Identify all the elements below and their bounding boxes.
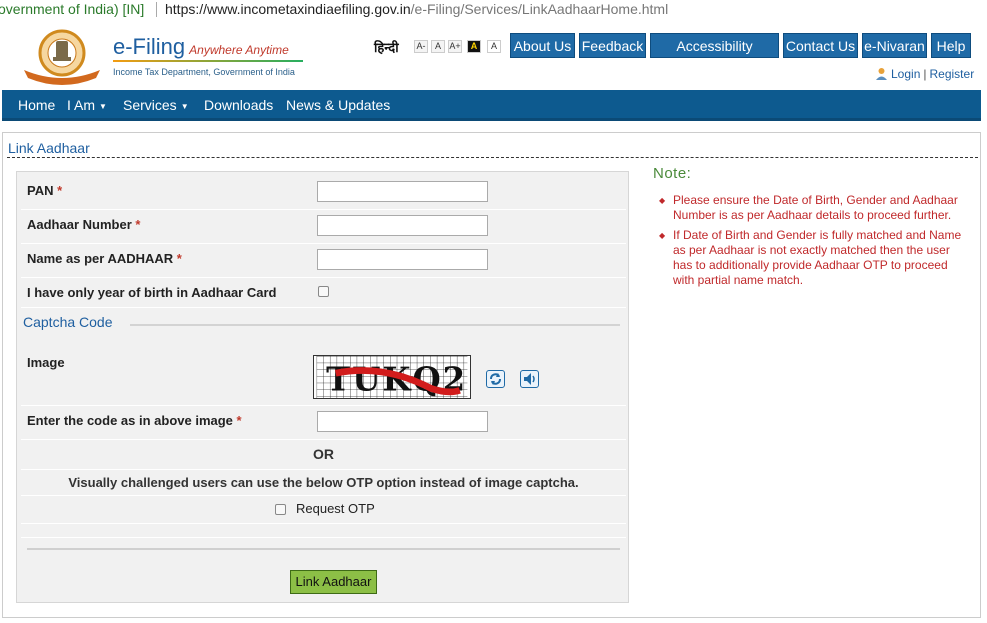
font-normal-button[interactable]: A (431, 40, 445, 53)
pan-label-text: PAN (27, 183, 54, 198)
note-list: Please ensure the Date of Birth, Gender … (659, 193, 969, 293)
list-item: If Date of Birth and Gender is fully mat… (659, 228, 969, 288)
speaker-icon (524, 373, 535, 385)
name-label-text: Name as per AADHAAR (27, 251, 174, 266)
logo-subtitle: Income Tax Department, Government of Ind… (113, 67, 295, 77)
browser-url-bar[interactable]: overnment of India) [IN] https://www.inc… (0, 0, 987, 20)
aadhaar-row: Aadhaar Number * (21, 210, 626, 244)
logo-divider (113, 60, 303, 62)
list-item: Please ensure the Date of Birth, Gender … (659, 193, 969, 223)
refresh-captcha-button[interactable] (486, 370, 505, 388)
nav-item-label: Downloads (204, 97, 274, 113)
contact-us-button[interactable]: Contact Us (783, 33, 858, 58)
link-aadhaar-button[interactable]: Link Aadhaar (290, 570, 377, 594)
font-increase-button[interactable]: A+ (448, 40, 462, 53)
main-content: Link Aadhaar PAN * Aadhaar Number * Name… (2, 132, 981, 618)
login-link[interactable]: Login (891, 67, 920, 81)
user-icon (876, 68, 887, 80)
code-label: Enter the code as in above image * (27, 413, 242, 428)
or-label: OR (313, 446, 334, 462)
nav-item-downloads[interactable]: Downloads (204, 97, 273, 113)
about-us-button[interactable]: About Us (510, 33, 575, 58)
help-button[interactable]: Help (931, 33, 971, 58)
request-otp-label: Request OTP (296, 501, 375, 516)
font-decrease-button[interactable]: A- (414, 40, 428, 53)
name-row: Name as per AADHAAR * (21, 244, 626, 278)
required-mark: * (236, 413, 242, 428)
form-divider (27, 548, 620, 550)
required-mark: * (176, 251, 182, 266)
nav-item-label: News & Updates (286, 97, 391, 113)
logo-tagline: Anywhere Anytime (189, 43, 289, 57)
pan-label: PAN * (27, 183, 62, 198)
aadhaar-label-text: Aadhaar Number (27, 217, 132, 232)
image-label: Image (27, 355, 65, 370)
code-label-text: Enter the code as in above image (27, 413, 233, 428)
note-title: Note: (653, 165, 692, 182)
nav-item-services[interactable]: Services ▼ (123, 97, 189, 113)
url-path: /e-Filing/Services/LinkAadhaarHome.html (410, 1, 669, 17)
name-as-per-aadhaar-input[interactable] (317, 249, 488, 270)
login-separator: | (923, 67, 927, 81)
login-register: Login | Register (875, 67, 974, 81)
required-mark: * (135, 217, 141, 232)
nav-item-home[interactable]: Home (18, 97, 55, 113)
nav-item-label: I Am (67, 97, 96, 113)
income-tax-emblem-icon[interactable] (20, 26, 104, 86)
visually-challenged-text: Visually challenged users can use the be… (68, 475, 579, 490)
feedback-button[interactable]: Feedback (579, 33, 646, 58)
e-nivaran-button[interactable]: e-Nivaran (862, 33, 927, 58)
chevron-down-icon: ▼ (180, 102, 189, 111)
aadhaar-label: Aadhaar Number * (27, 217, 140, 232)
pan-row: PAN * (21, 176, 626, 210)
main-nav: Home I Am ▼ Services ▼ Downloads News & Up… (2, 90, 981, 121)
nav-item-i-am[interactable]: I Am ▼ (67, 97, 107, 113)
link-aadhaar-form: PAN * Aadhaar Number * Name as per AADHA… (16, 171, 629, 603)
name-label: Name as per AADHAAR * (27, 251, 182, 266)
nav-item-label: Home (18, 97, 56, 113)
accessibility-options-button[interactable]: Accessibility Options (650, 33, 779, 79)
captcha-image: TUKQ2 (313, 355, 471, 399)
audio-captcha-button[interactable] (520, 370, 539, 388)
normal-contrast-button[interactable]: A (487, 40, 501, 53)
yob-row: I have only year of birth in Aadhaar Car… (21, 278, 626, 308)
nav-item-news-updates[interactable]: News & Updates (286, 97, 390, 113)
refresh-icon (490, 373, 501, 385)
year-of-birth-checkbox[interactable] (318, 286, 329, 297)
hindi-language-link[interactable]: हिन्दी (374, 38, 399, 56)
chevron-down-icon: ▼ (99, 102, 107, 111)
captcha-code-input[interactable] (317, 411, 488, 432)
code-row: Enter the code as in above image * (21, 406, 626, 440)
page-title: Link Aadhaar (8, 140, 90, 156)
captcha-legend: Captcha Code (23, 314, 113, 330)
high-contrast-button[interactable]: A (467, 40, 481, 53)
request-otp-checkbox[interactable] (275, 504, 286, 515)
captcha-divider (130, 324, 620, 326)
register-link[interactable]: Register (930, 67, 975, 81)
efiling-logo[interactable]: e-Filing Anywhere Anytime (113, 34, 289, 60)
logo-title: e-Filing (113, 34, 186, 59)
spacer-row (21, 524, 626, 538)
url-host: https://www.incometaxindiaefiling.gov.in (165, 1, 411, 17)
url-text[interactable]: https://www.incometaxindiaefiling.gov.in… (165, 0, 668, 18)
required-mark: * (57, 183, 63, 198)
title-divider (7, 157, 978, 158)
yob-label: I have only year of birth in Aadhaar Car… (27, 285, 277, 300)
aadhaar-number-input[interactable] (317, 215, 488, 236)
url-separator (156, 2, 157, 17)
site-header: e-Filing Anywhere Anytime Income Tax Depa… (0, 22, 987, 90)
site-identity: overnment of India) [IN] (0, 1, 145, 17)
nav-item-label: Services (123, 97, 177, 113)
pan-input[interactable] (317, 181, 488, 202)
